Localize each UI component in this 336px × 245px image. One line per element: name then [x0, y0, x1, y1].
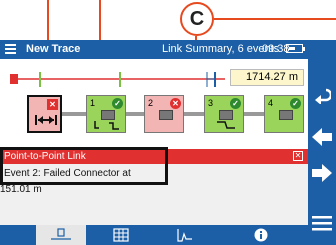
undo-arrow-icon[interactable] [308, 80, 336, 110]
menu-icon[interactable] [5, 44, 16, 55]
trace-graph-icon [177, 229, 192, 242]
event-number: 2 [148, 98, 154, 108]
pass-check-icon: ✓ [112, 98, 123, 109]
right-arrow-icon[interactable] [308, 158, 336, 188]
event-number: 1 [90, 98, 96, 108]
info-icon [254, 228, 268, 242]
title-bar: New Trace Link Summary, 6 events 09:38 [0, 40, 308, 59]
tab-trace[interactable] [160, 225, 210, 245]
fail-badge: ✕ [47, 99, 58, 110]
event-3[interactable]: 3 ✓ [204, 95, 244, 133]
connector-icon [159, 110, 173, 120]
reflective-event-icon [94, 121, 119, 130]
distance-readout: 1714.27 m [230, 69, 304, 86]
table-icon [113, 228, 129, 242]
connector-icon [101, 110, 115, 120]
fiber-ruler [10, 72, 225, 87]
splice-icon [219, 110, 233, 120]
highlight-callout-box [0, 147, 168, 185]
battery-icon [286, 44, 305, 53]
right-nav-panel [308, 40, 336, 245]
event-number: 4 [268, 98, 274, 108]
tab-link-view[interactable] [36, 225, 86, 245]
close-icon[interactable]: ✕ [293, 151, 303, 161]
connector-icon [279, 110, 293, 120]
non-reflective-event-icon [217, 121, 235, 129]
pass-check-icon: ✓ [230, 98, 241, 109]
pass-check-icon: ✓ [290, 98, 301, 109]
fail-x-icon: ✕ [170, 98, 181, 109]
launch-cable-icon [35, 115, 57, 125]
left-arrow-icon[interactable] [308, 122, 336, 152]
tab-info[interactable] [236, 225, 286, 245]
callout-c-label: C [180, 2, 214, 36]
trace-title: New Trace [26, 43, 81, 55]
link-view-icon [51, 228, 71, 240]
menu-icon[interactable] [308, 208, 336, 238]
tab-table[interactable] [96, 225, 146, 245]
event-4[interactable]: 4 ✓ [264, 95, 304, 133]
event-2[interactable]: 2 ✕ [144, 95, 184, 133]
event-launch[interactable]: ✕ [27, 95, 62, 133]
event-1[interactable]: 1 ✓ [86, 95, 126, 133]
event-number: 3 [208, 98, 214, 108]
